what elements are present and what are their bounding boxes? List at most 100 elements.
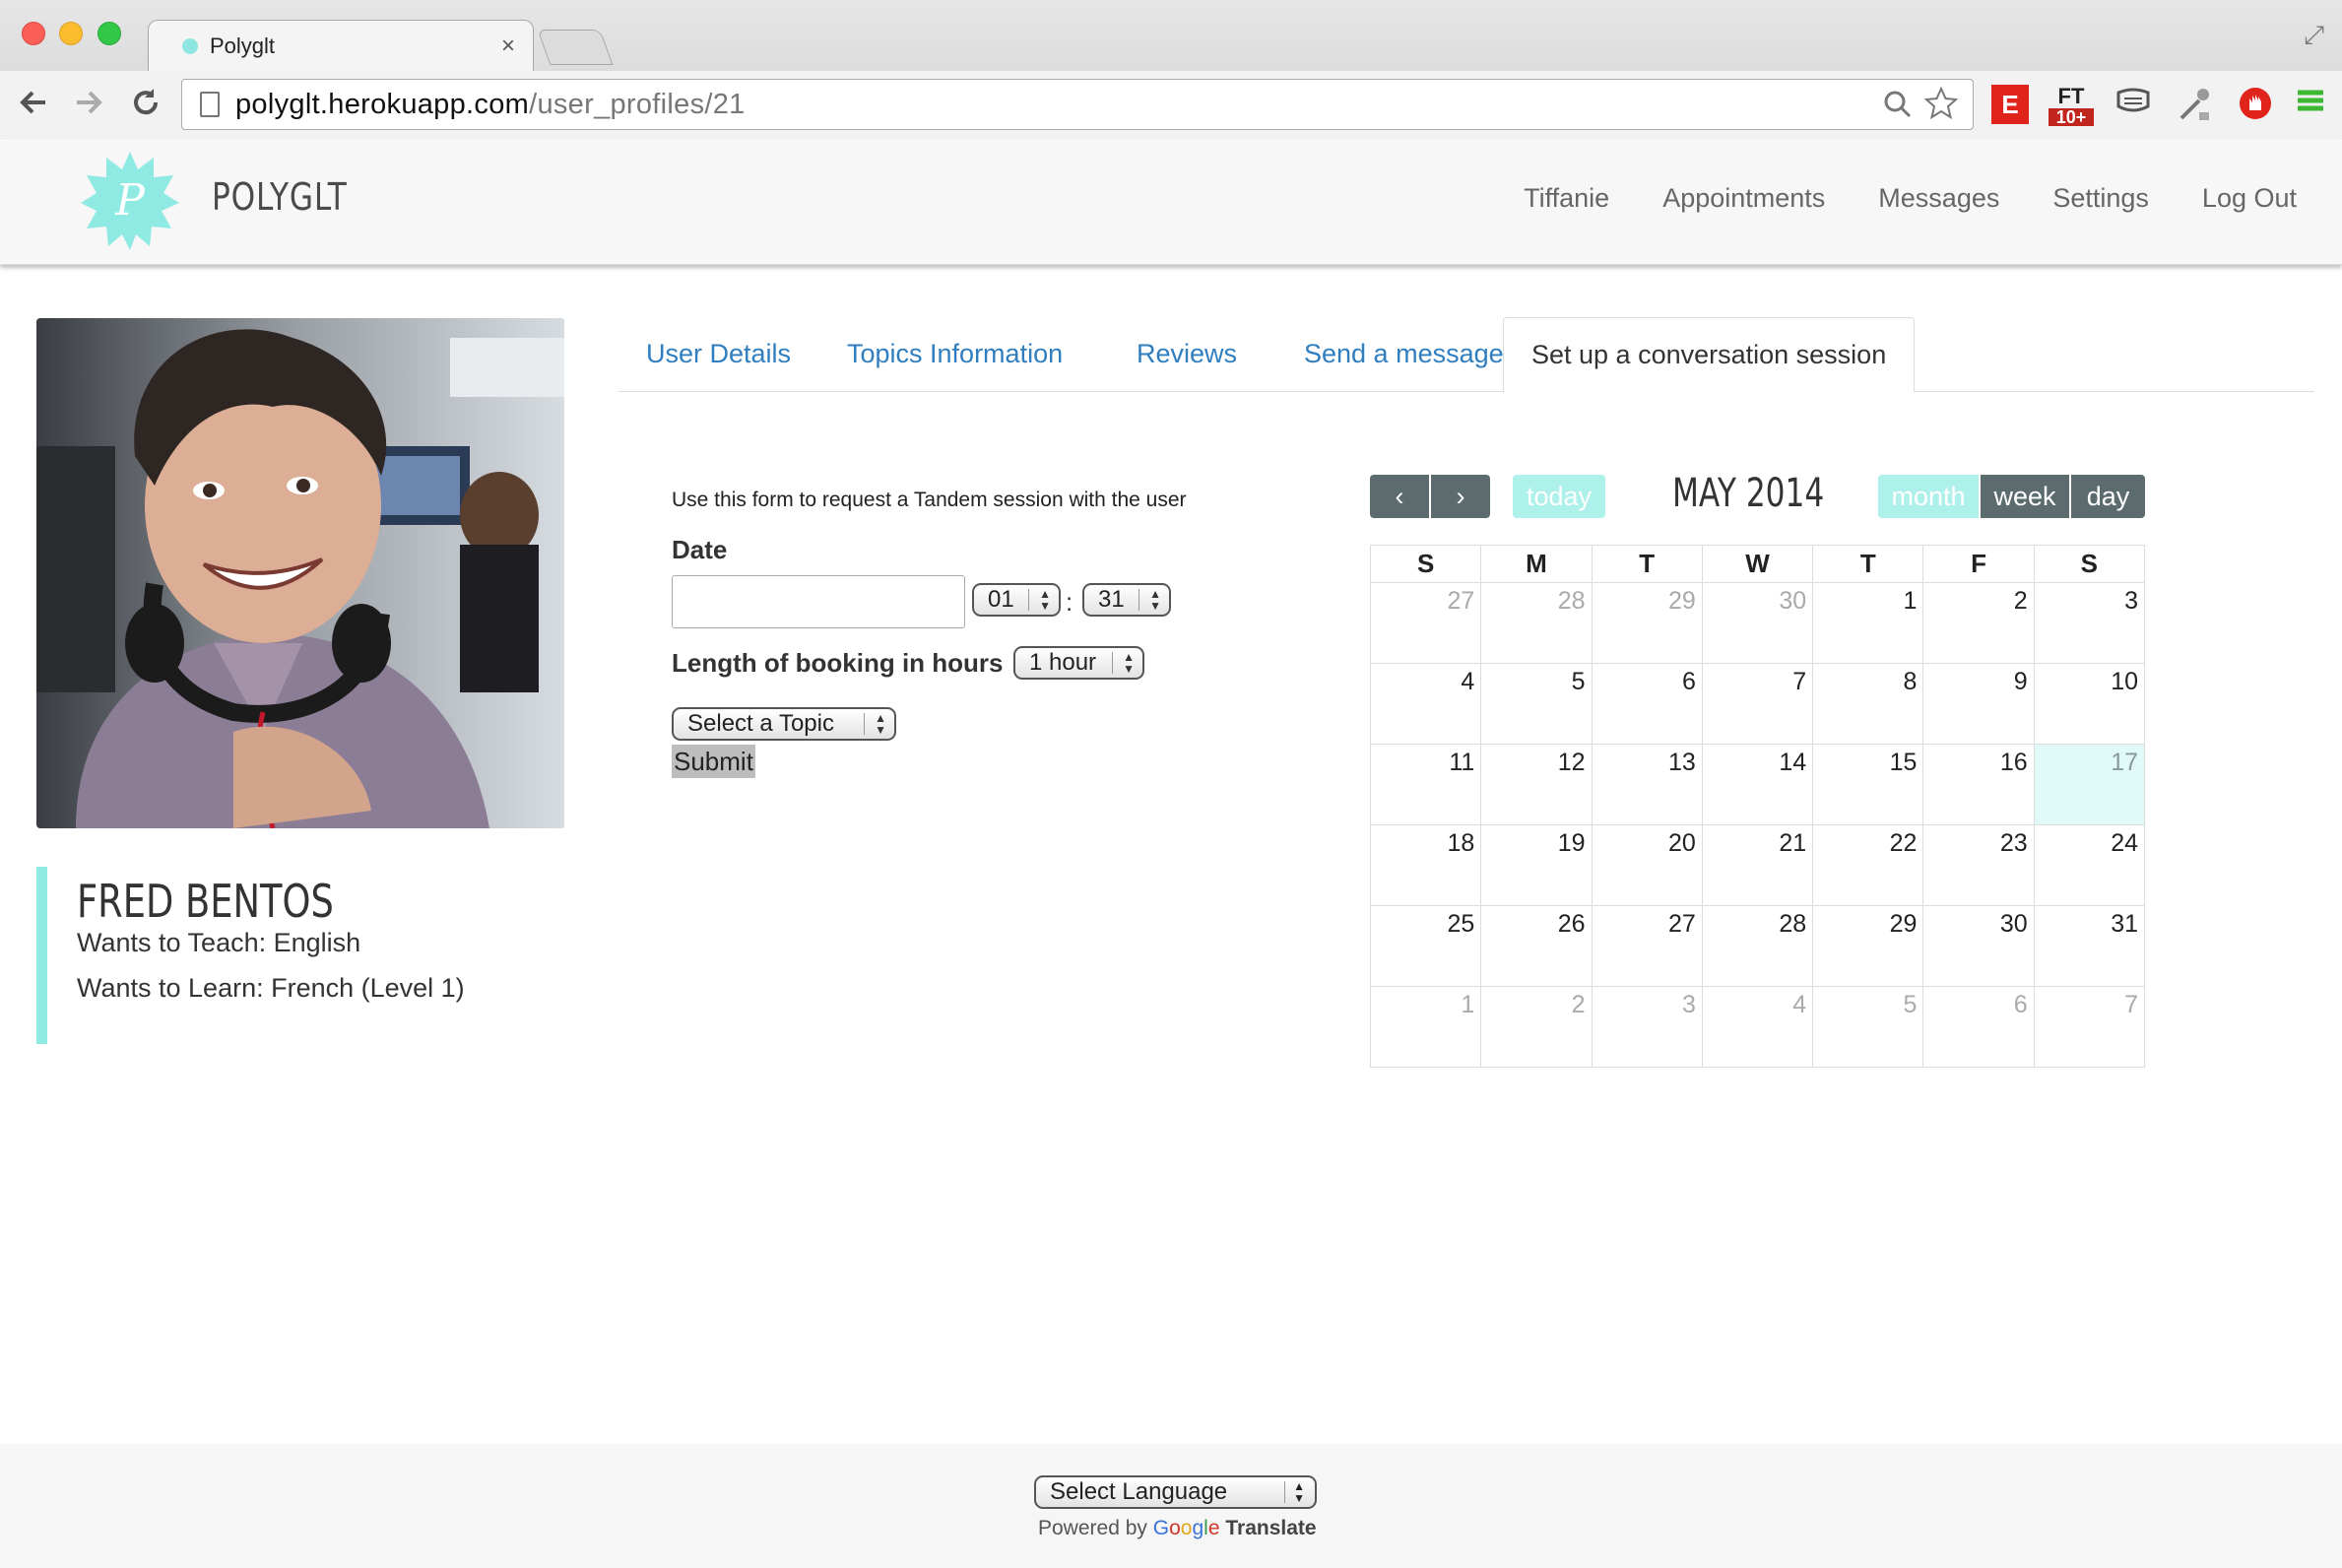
date-input[interactable] <box>672 575 965 628</box>
tab-reviews[interactable]: Reviews <box>1109 317 1265 392</box>
evernote-extension-icon[interactable]: E <box>1991 85 2029 124</box>
calendar-day[interactable]: 13 <box>1591 744 1703 825</box>
calendar-day[interactable]: 10 <box>2033 663 2146 745</box>
powered-by-google-translate[interactable]: Powered by Google Translate <box>1038 1517 1317 1540</box>
wants-to-teach: Wants to Teach: English <box>77 928 361 957</box>
calendar-day[interactable]: 14 <box>1701 744 1814 825</box>
calendar-day[interactable]: 5 <box>1480 663 1593 745</box>
calendar-day[interactable]: 26 <box>1480 905 1593 987</box>
search-icon[interactable] <box>1881 91 1923 128</box>
calendar-today-button[interactable]: today <box>1513 475 1605 518</box>
topic-select[interactable]: Select a Topic ▲ ▼ <box>672 707 896 741</box>
calendar-day[interactable]: 25 <box>1369 905 1482 987</box>
fullscreen-icon[interactable]: ⤢ <box>2304 20 2324 51</box>
forward-icon[interactable] <box>71 85 106 129</box>
calendar-day-today[interactable]: 17 <box>2033 744 2146 825</box>
weekday-label: S <box>2033 545 2146 583</box>
weekday-label: F <box>1922 545 2035 583</box>
new-tab-button[interactable] <box>537 30 614 65</box>
eyedropper-extension-icon[interactable] <box>2175 85 2214 124</box>
calendar-day[interactable]: 24 <box>2033 824 2146 906</box>
calendar-day[interactable]: 3 <box>1591 986 1703 1068</box>
calendar-day[interactable]: 11 <box>1369 744 1482 825</box>
minimize-window-button[interactable] <box>59 22 83 45</box>
calendar-day[interactable]: 23 <box>1922 824 2035 906</box>
calendar-day[interactable]: 30 <box>1922 905 2035 987</box>
reader-extension-icon[interactable] <box>2114 85 2153 124</box>
calendar-week: 25 26 27 28 29 30 31 <box>1369 905 2146 987</box>
calendar-day[interactable]: 4 <box>1701 986 1814 1068</box>
calendar-day[interactable]: 2 <box>1480 986 1593 1068</box>
tab-title: Polyglt <box>210 33 276 58</box>
minute-select[interactable]: 31 ▲ ▼ <box>1082 583 1171 617</box>
calendar-week: 4 5 6 7 8 9 10 <box>1369 663 2146 745</box>
calendar-title: MAY 2014 <box>1672 471 1825 516</box>
calendar-day[interactable]: 8 <box>1812 663 1924 745</box>
calendar-day[interactable]: 12 <box>1480 744 1593 825</box>
tab-user-details[interactable]: User Details <box>618 317 818 392</box>
ft-extension-icon[interactable]: FT 10+ <box>2049 85 2094 126</box>
calendar-day[interactable]: 6 <box>1922 986 2035 1068</box>
calendar-week-view-button[interactable]: week <box>1981 475 2069 518</box>
calendar-next-button[interactable]: › <box>1431 475 1490 518</box>
calendar-day[interactable]: 6 <box>1591 663 1703 745</box>
calendar-day[interactable]: 7 <box>1701 663 1814 745</box>
brand-name[interactable]: POLYGLT <box>212 175 348 219</box>
address-bar[interactable]: polyglt.herokuapp.com/user_profiles/21 <box>181 79 1974 130</box>
calendar-day[interactable]: 1 <box>1369 986 1482 1068</box>
calendar-prev-button[interactable]: ‹ <box>1370 475 1429 518</box>
nav-messages[interactable]: Messages <box>1878 183 1999 214</box>
back-icon[interactable] <box>16 85 51 129</box>
nav-appointments[interactable]: Appointments <box>1662 183 1825 214</box>
reload-icon[interactable] <box>128 85 163 129</box>
tab-send-message[interactable]: Send a message <box>1276 317 1531 392</box>
calendar-day[interactable]: 16 <box>1922 744 2035 825</box>
calendar-day[interactable]: 21 <box>1701 824 1814 906</box>
calendar-day[interactable]: 15 <box>1812 744 1924 825</box>
calendar-day[interactable]: 19 <box>1480 824 1593 906</box>
block-extension-icon[interactable] <box>2236 85 2275 124</box>
tab-conversation-session[interactable]: Set up a conversation session <box>1503 317 1916 393</box>
calendar-day[interactable]: 27 <box>1591 905 1703 987</box>
language-select[interactable]: Select Language ▲ ▼ <box>1034 1475 1317 1509</box>
calendar-day[interactable]: 3 <box>2033 582 2146 664</box>
submit-button[interactable]: Submit <box>672 745 755 778</box>
browser-tab[interactable]: Polyglt × <box>148 20 534 71</box>
zoom-window-button[interactable] <box>98 22 121 45</box>
page-icon <box>200 92 220 117</box>
calendar-day[interactable]: 27 <box>1369 582 1482 664</box>
tab-topics-information[interactable]: Topics Information <box>819 317 1090 392</box>
bookmark-star-icon[interactable] <box>1923 86 1959 128</box>
calendar-day[interactable]: 29 <box>1591 582 1703 664</box>
wants-to-learn: Wants to Learn: French (Level 1) <box>77 973 465 1003</box>
length-label: Length of booking in hours <box>672 648 1004 678</box>
calendar-day[interactable]: 2 <box>1922 582 2035 664</box>
nav-log-out[interactable]: Log Out <box>2202 183 2297 214</box>
calendar-day[interactable]: 9 <box>1922 663 2035 745</box>
top-navigation: Tiffanie Appointments Messages Settings … <box>1524 183 2297 214</box>
calendar-day[interactable]: 28 <box>1480 582 1593 664</box>
menu-icon[interactable] <box>2293 85 2328 124</box>
calendar-day-view-button[interactable]: day <box>2071 475 2145 518</box>
calendar-day[interactable]: 1 <box>1812 582 1924 664</box>
close-window-button[interactable] <box>22 22 45 45</box>
logo-icon[interactable]: P <box>79 150 181 252</box>
calendar-week: 27 28 29 30 1 2 3 <box>1369 582 2146 664</box>
hour-select[interactable]: 01 ▲ ▼ <box>972 583 1061 617</box>
calendar-day[interactable]: 7 <box>2033 986 2146 1068</box>
calendar-day[interactable]: 18 <box>1369 824 1482 906</box>
nav-settings[interactable]: Settings <box>2052 183 2149 214</box>
calendar-day[interactable]: 29 <box>1812 905 1924 987</box>
calendar-day[interactable]: 31 <box>2033 905 2146 987</box>
calendar-month-view-button[interactable]: month <box>1878 475 1979 518</box>
calendar-day[interactable]: 4 <box>1369 663 1482 745</box>
tab-close-icon[interactable]: × <box>501 33 515 60</box>
calendar-day[interactable]: 22 <box>1812 824 1924 906</box>
nav-user[interactable]: Tiffanie <box>1524 183 1609 214</box>
length-select[interactable]: 1 hour ▲ ▼ <box>1013 646 1144 680</box>
calendar-day[interactable]: 30 <box>1701 582 1814 664</box>
favicon-icon <box>182 38 198 54</box>
calendar-day[interactable]: 5 <box>1812 986 1924 1068</box>
calendar-day[interactable]: 28 <box>1701 905 1814 987</box>
calendar-day[interactable]: 20 <box>1591 824 1703 906</box>
